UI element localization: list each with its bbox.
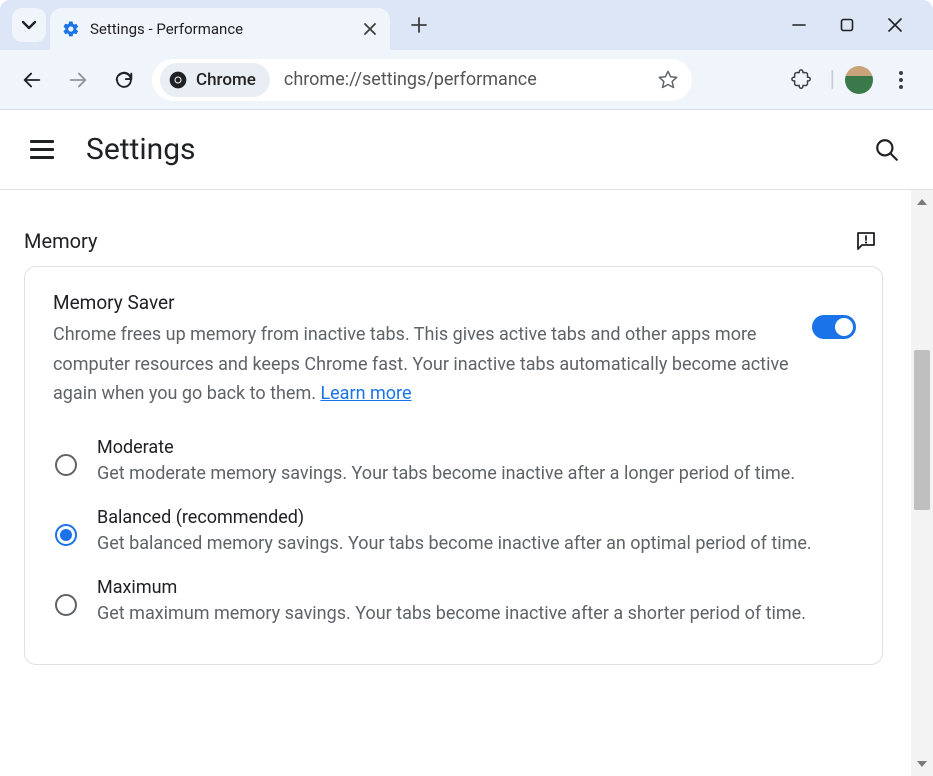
page-title: Settings xyxy=(86,132,196,167)
option-body: Maximum Get maximum memory savings. Your… xyxy=(97,577,856,629)
triangle-down-icon xyxy=(916,758,928,770)
section-header: Memory xyxy=(24,210,883,266)
search-icon xyxy=(874,137,900,163)
plus-icon xyxy=(411,17,427,33)
kebab-icon xyxy=(898,70,904,90)
card-text: Memory Saver Chrome frees up memory from… xyxy=(53,291,794,409)
new-tab-button[interactable] xyxy=(402,8,436,42)
settings-header: Settings xyxy=(0,110,933,190)
puzzle-icon xyxy=(791,69,813,91)
content-wrap: Memory Memory Saver Chrome frees up memo… xyxy=(0,190,933,776)
arrow-left-icon xyxy=(21,69,43,91)
memory-saver-toggle[interactable] xyxy=(812,315,856,339)
close-icon xyxy=(888,18,902,32)
send-feedback-button[interactable] xyxy=(853,228,879,254)
option-desc: Get maximum memory savings. Your tabs be… xyxy=(97,600,856,629)
search-button[interactable] xyxy=(871,134,903,166)
window-controls xyxy=(789,15,925,35)
radio-balanced[interactable] xyxy=(55,524,77,546)
menu-button[interactable] xyxy=(30,136,58,164)
extensions-button[interactable] xyxy=(784,62,820,98)
option-body: Moderate Get moderate memory savings. Yo… xyxy=(97,437,856,489)
site-chip-label: Chrome xyxy=(196,70,256,90)
toggle-knob xyxy=(835,318,853,336)
option-desc: Get moderate memory savings. Your tabs b… xyxy=(97,460,856,489)
site-chip[interactable]: Chrome xyxy=(160,63,270,97)
settings-content: Memory Memory Saver Chrome frees up memo… xyxy=(0,190,911,776)
scrollbar-thumb[interactable] xyxy=(914,350,930,510)
chrome-icon xyxy=(168,70,188,90)
card-desc-text: Chrome frees up memory from inactive tab… xyxy=(53,324,789,404)
option-desc: Get balanced memory savings. Your tabs b… xyxy=(97,530,856,559)
triangle-up-icon xyxy=(916,196,928,208)
browser-toolbar: Chrome chrome://settings/performance | xyxy=(0,50,933,110)
browser-menu-button[interactable] xyxy=(883,62,919,98)
separator: | xyxy=(830,67,835,92)
window-minimize-button[interactable] xyxy=(789,15,809,35)
scroll-down-button[interactable] xyxy=(914,756,930,772)
address-bar[interactable]: Chrome chrome://settings/performance xyxy=(152,59,692,101)
radio-maximum[interactable] xyxy=(55,594,77,616)
nav-forward-button[interactable] xyxy=(60,62,96,98)
browser-tab-active[interactable]: Settings - Performance xyxy=(50,8,390,50)
option-title: Maximum xyxy=(97,577,856,598)
bookmark-button[interactable] xyxy=(654,66,682,94)
scroll-up-button[interactable] xyxy=(914,194,930,210)
tab-close-button[interactable] xyxy=(362,21,378,37)
profile-avatar[interactable] xyxy=(845,66,873,94)
star-icon xyxy=(657,69,679,91)
memory-saver-options: Moderate Get moderate memory savings. Yo… xyxy=(53,429,856,638)
close-icon xyxy=(364,23,376,35)
nav-reload-button[interactable] xyxy=(106,62,142,98)
option-maximum[interactable]: Maximum Get maximum memory savings. Your… xyxy=(53,569,856,639)
arrow-right-icon xyxy=(67,69,89,91)
tab-search-dropdown[interactable] xyxy=(12,8,46,42)
nav-back-button[interactable] xyxy=(14,62,50,98)
card-top: Memory Saver Chrome frees up memory from… xyxy=(53,291,856,409)
option-title: Balanced (recommended) xyxy=(97,507,856,528)
option-balanced[interactable]: Balanced (recommended) Get balanced memo… xyxy=(53,499,856,569)
memory-saver-card: Memory Saver Chrome frees up memory from… xyxy=(24,266,883,665)
window-maximize-button[interactable] xyxy=(837,15,857,35)
reload-icon xyxy=(113,69,135,91)
learn-more-link[interactable]: Learn more xyxy=(320,383,411,404)
radio-moderate[interactable] xyxy=(55,454,77,476)
window-close-button[interactable] xyxy=(885,15,905,35)
toolbar-right: | xyxy=(784,62,919,98)
chevron-down-icon xyxy=(21,17,37,33)
minimize-icon xyxy=(791,17,807,33)
maximize-icon xyxy=(840,18,854,32)
card-title: Memory Saver xyxy=(53,291,794,314)
section-title: Memory xyxy=(24,229,97,253)
tab-title: Settings - Performance xyxy=(90,20,362,38)
option-title: Moderate xyxy=(97,437,856,458)
settings-gear-icon xyxy=(62,20,80,38)
feedback-icon xyxy=(854,229,878,253)
vertical-scrollbar[interactable] xyxy=(911,190,933,776)
window-titlebar: Settings - Performance xyxy=(0,0,933,50)
option-body: Balanced (recommended) Get balanced memo… xyxy=(97,507,856,559)
option-moderate[interactable]: Moderate Get moderate memory savings. Yo… xyxy=(53,429,856,499)
url-text: chrome://settings/performance xyxy=(284,69,654,90)
card-description: Chrome frees up memory from inactive tab… xyxy=(53,320,794,409)
